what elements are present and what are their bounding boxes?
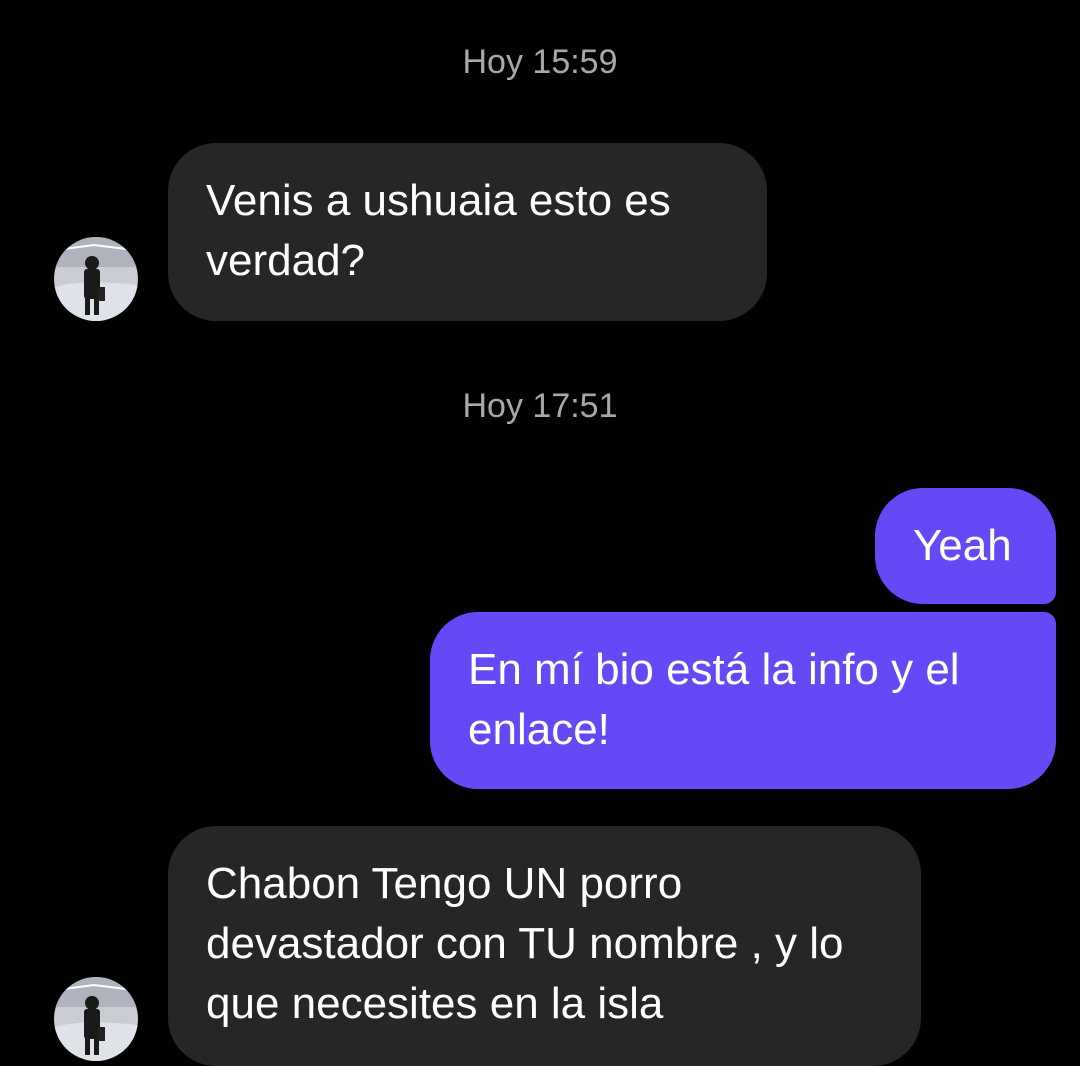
timestamp-1: Hoy 15:59: [462, 43, 618, 81]
incoming-message-1[interactable]: Venis a ushuaia esto es verdad?: [168, 143, 767, 321]
user-avatar-icon[interactable]: [54, 237, 138, 321]
timestamp-2: Hoy 17:51: [462, 387, 618, 425]
outgoing-message-2[interactable]: En mí bio está la info y el enlace!: [430, 612, 1056, 789]
outgoing-message-1[interactable]: Yeah: [875, 488, 1056, 604]
incoming-message-2[interactable]: Chabon Tengo UN porro devastador con TU …: [168, 826, 921, 1066]
user-avatar-icon[interactable]: [54, 977, 138, 1061]
